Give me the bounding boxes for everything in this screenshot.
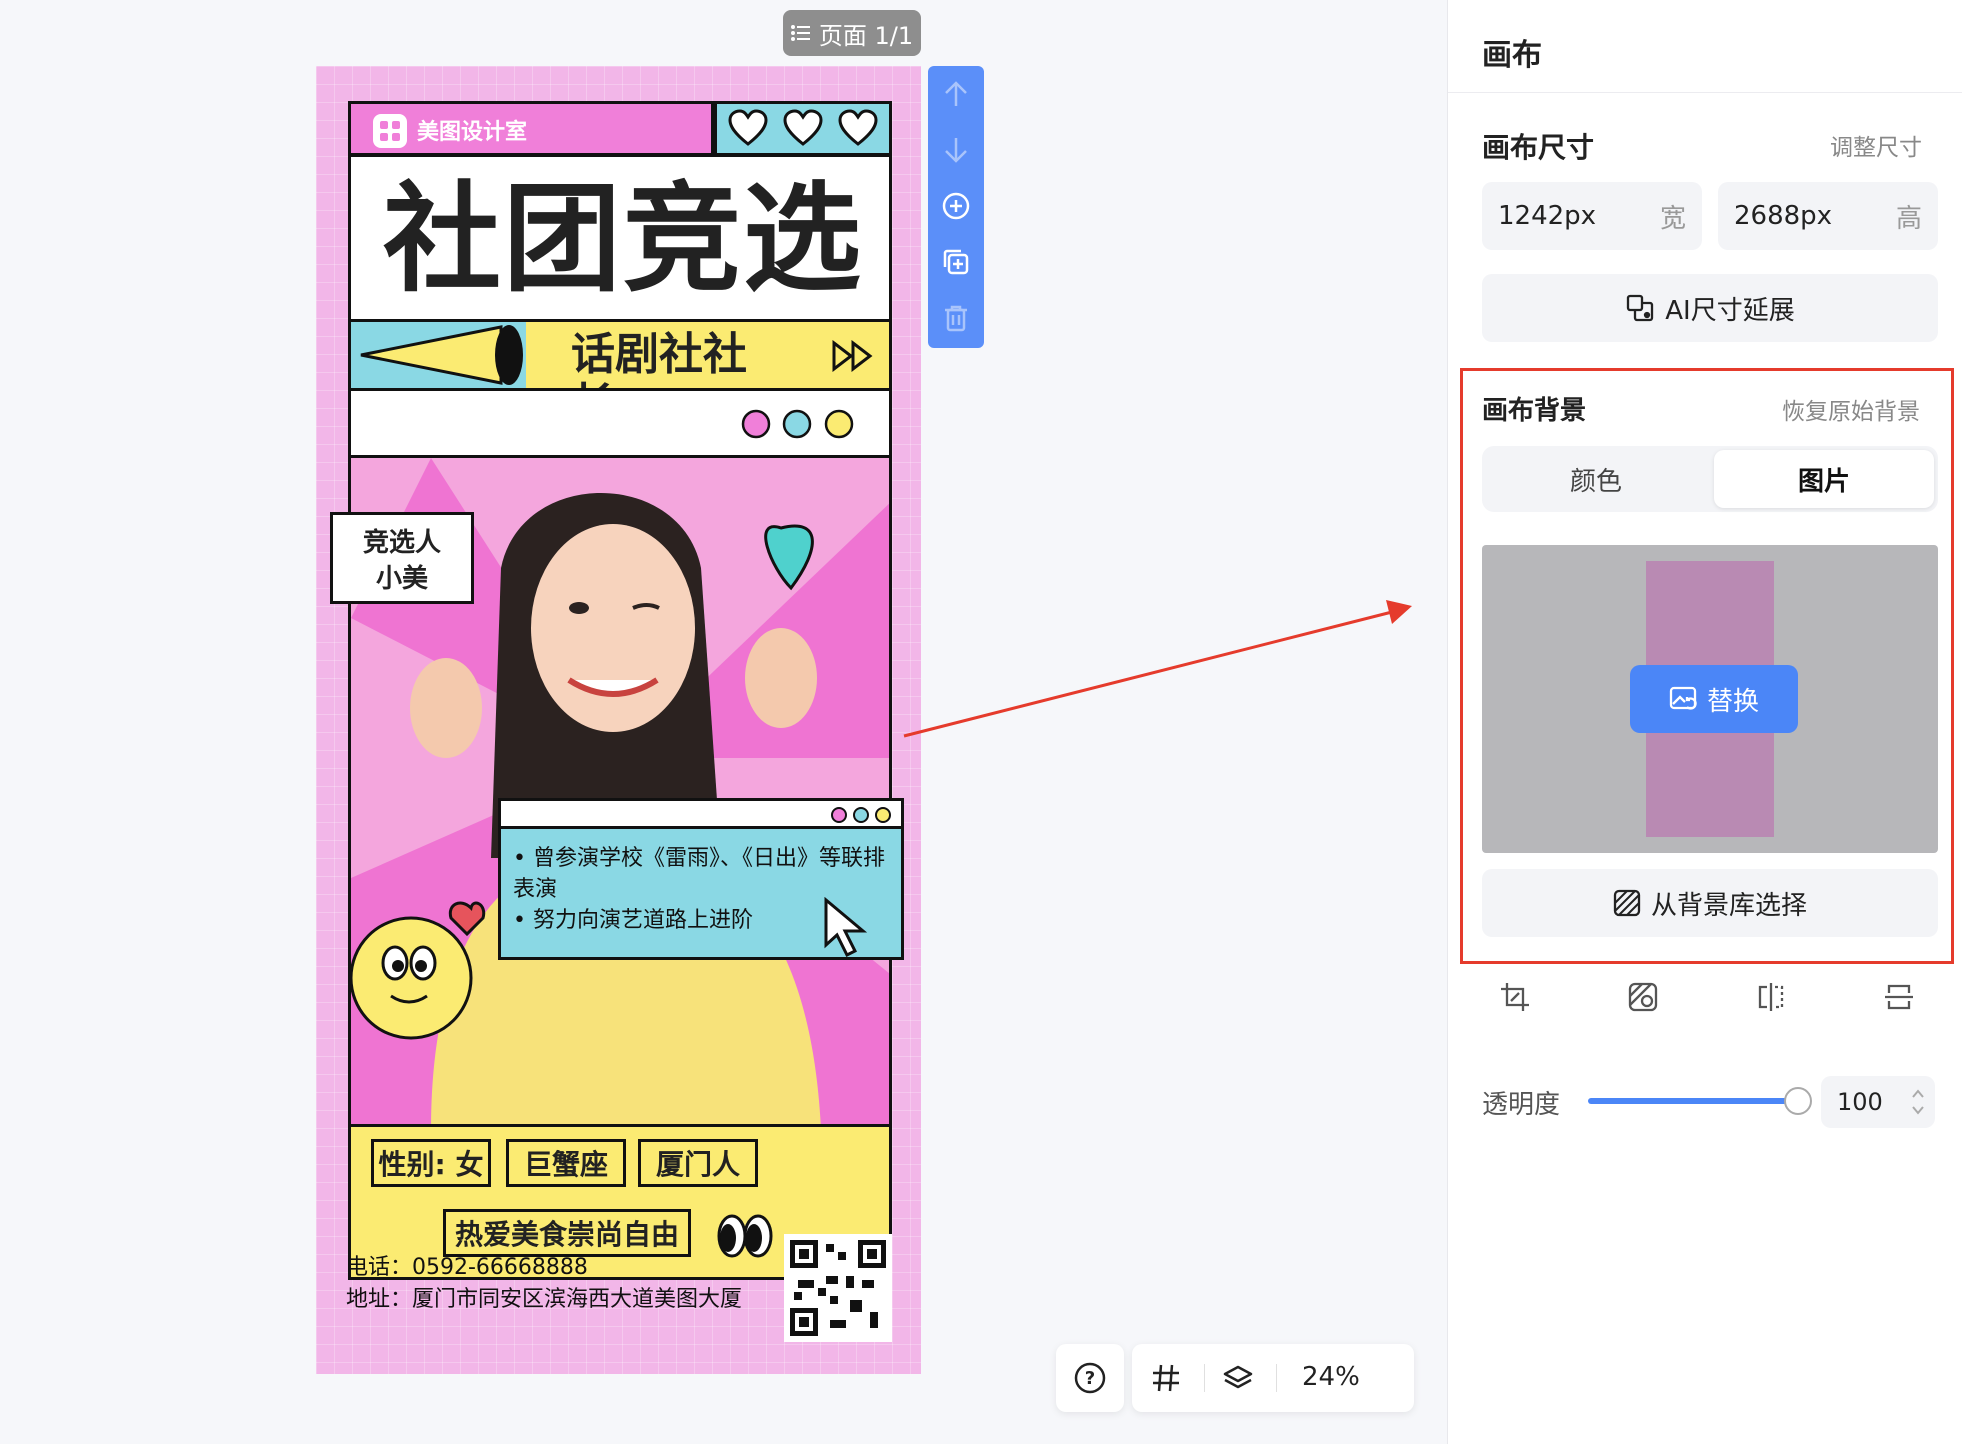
poster-header-brand: 美图设计室	[348, 101, 714, 156]
poster-hearts	[714, 101, 892, 156]
matting-icon	[1628, 982, 1658, 1012]
resize-link[interactable]: 调整尺寸	[1830, 128, 1922, 162]
width-value: 1242px	[1498, 201, 1597, 231]
poster-dots-box	[348, 388, 892, 458]
canvas-size-heading: 画布尺寸	[1482, 131, 1595, 164]
help-icon: ?	[1074, 1362, 1106, 1394]
page-label: 页面 1/1	[818, 21, 914, 50]
poster-canvas[interactable]: 美图设计室 社团竞选 话剧社社长	[316, 66, 921, 1374]
add-page-button[interactable]	[928, 178, 984, 234]
bio-box: • 曾参演学校《雷雨》、《日出》等联排表演 • 努力向演艺道路上进阶	[498, 798, 904, 960]
grid-icon	[1153, 1364, 1179, 1392]
opacity-label: 透明度	[1482, 1090, 1561, 1120]
move-up-button[interactable]	[928, 66, 984, 122]
heart-icon	[838, 108, 878, 146]
bio-item: • 曾参演学校《雷雨》、《日出》等联排表演	[513, 846, 885, 902]
height-unit: 高	[1895, 203, 1922, 234]
trash-icon	[945, 305, 967, 332]
help-button[interactable]: ?	[1056, 1344, 1124, 1412]
width-field[interactable]: 1242px 宽	[1482, 182, 1702, 250]
flip-horizontal-button[interactable]	[1750, 976, 1792, 1018]
list-icon	[790, 25, 810, 41]
color-dots-icon	[831, 807, 891, 823]
highlight-box	[1460, 368, 1954, 964]
qr-code	[784, 1234, 892, 1342]
pencil-graphic	[351, 322, 526, 388]
tag-zodiac: 巨蟹座	[506, 1139, 626, 1187]
fast-forward-icon	[832, 340, 873, 372]
opacity-value: 100	[1837, 1088, 1883, 1116]
ai-resize-icon	[1627, 294, 1654, 322]
svg-text:?: ?	[1085, 1368, 1095, 1389]
page-indicator[interactable]: 页面 1/1	[783, 10, 921, 56]
remove-bg-button[interactable]	[1622, 976, 1664, 1018]
zoom-level[interactable]: 24%	[1302, 1362, 1360, 1392]
candidate-name: 小美	[375, 564, 428, 594]
brand-logo-icon	[373, 114, 407, 148]
crop-icon	[1501, 983, 1529, 1011]
annotation-arrow	[903, 600, 1412, 738]
poster-title: 社团竞选	[382, 170, 863, 308]
crop-button[interactable]	[1494, 976, 1536, 1018]
flip-vertical-button[interactable]	[1878, 976, 1920, 1018]
candidate-label: 竞选人	[362, 528, 441, 558]
layers-icon	[1223, 1365, 1253, 1389]
move-down-button[interactable]	[928, 122, 984, 178]
bio-box-header	[501, 801, 901, 829]
height-value: 2688px	[1734, 201, 1833, 231]
candidate-tag: 竞选人 小美	[330, 512, 474, 604]
width-unit: 宽	[1659, 203, 1686, 234]
brand-name: 美图设计室	[417, 120, 528, 145]
tag-hobby: 热爱美食崇尚自由	[443, 1209, 691, 1257]
delete-page-button[interactable]	[928, 290, 984, 346]
arrow-up-icon	[945, 81, 967, 106]
panel-title: 画布	[1482, 38, 1542, 73]
arrow-down-icon	[945, 138, 967, 163]
divider	[1276, 1364, 1277, 1392]
duplicate-icon	[943, 249, 969, 275]
heart-icon	[783, 108, 823, 146]
poster-title-box: 社团竞选	[348, 154, 892, 322]
stepper-icon[interactable]	[1911, 1086, 1925, 1118]
ai-extend-label: AI尺寸延展	[1665, 295, 1795, 326]
opacity-slider-handle[interactable]	[1784, 1087, 1812, 1115]
contact-address: 地址：厦门市同安区滨海西大道美图大厦	[346, 1287, 743, 1312]
heart-icon	[728, 108, 768, 146]
grid-toggle-button[interactable]	[1146, 1358, 1186, 1398]
opacity-input[interactable]: 100	[1821, 1076, 1935, 1128]
duplicate-page-button[interactable]	[928, 234, 984, 290]
flip-horizontal-icon	[1758, 983, 1784, 1011]
flip-vertical-icon	[1885, 984, 1913, 1010]
cursor-icon	[824, 897, 868, 958]
poster-subtitle-box: 话剧社社长	[348, 319, 892, 430]
height-field[interactable]: 2688px 高	[1718, 182, 1938, 250]
plus-circle-icon	[942, 192, 970, 220]
color-dots-icon	[741, 409, 854, 439]
element-toolbar	[928, 66, 984, 348]
divider	[1204, 1364, 1205, 1392]
zoom-bar: 24%	[1132, 1344, 1414, 1412]
opacity-slider[interactable]	[1588, 1098, 1800, 1104]
ai-extend-button[interactable]: AI尺寸延展	[1482, 274, 1938, 342]
contact-info: 电话：0592-66668888 地址：厦门市同安区滨海西大道美图大厦	[346, 1252, 742, 1316]
tag-gender: 性别: 女	[371, 1139, 491, 1187]
divider	[1448, 92, 1962, 93]
layers-button[interactable]	[1218, 1358, 1258, 1398]
contact-phone: 电话：0592-66668888	[346, 1255, 588, 1280]
tag-hometown: 厦门人	[638, 1139, 758, 1187]
